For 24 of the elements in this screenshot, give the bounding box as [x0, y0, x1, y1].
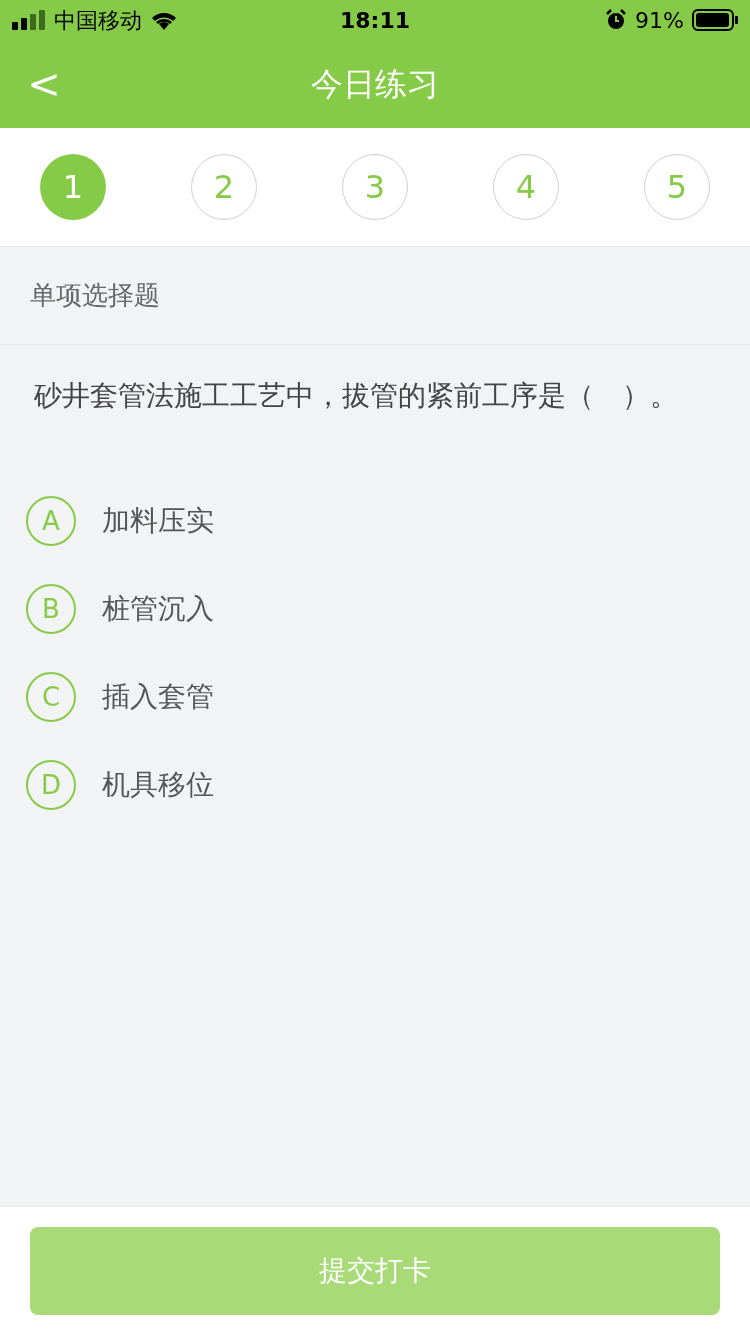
battery-percent: 91% [635, 6, 684, 35]
option-letter[interactable]: C [26, 672, 76, 722]
back-button[interactable]: < [24, 54, 64, 114]
question-type: 单项选择题 [30, 279, 160, 312]
option-text: 桩管沉入 [102, 591, 214, 627]
step-tab[interactable]: 2 [191, 154, 257, 220]
step-tab[interactable]: 4 [493, 154, 559, 220]
clock-time: 18:11 [340, 7, 410, 33]
option-letter[interactable]: B [26, 584, 76, 634]
step-tab[interactable]: 5 [644, 154, 710, 220]
page-title: 今日练习 [311, 65, 439, 103]
wifi-icon [150, 10, 178, 30]
option-text: 加料压实 [102, 503, 214, 539]
signal-icon [12, 10, 46, 30]
step-tab[interactable]: 1 [40, 154, 106, 220]
step-tab[interactable]: 3 [342, 154, 408, 220]
option-letter[interactable]: D [26, 760, 76, 810]
battery-icon [692, 9, 738, 31]
option-letter[interactable]: A [26, 496, 76, 546]
question-text: 砂井套管法施工工艺中，拔管的紧前工序是（ ）。 [34, 378, 679, 414]
option-text: 插入套管 [102, 679, 214, 715]
alarm-icon [605, 9, 628, 31]
carrier-name: 中国移动 [54, 6, 142, 35]
option-text: 机具移位 [102, 767, 214, 803]
